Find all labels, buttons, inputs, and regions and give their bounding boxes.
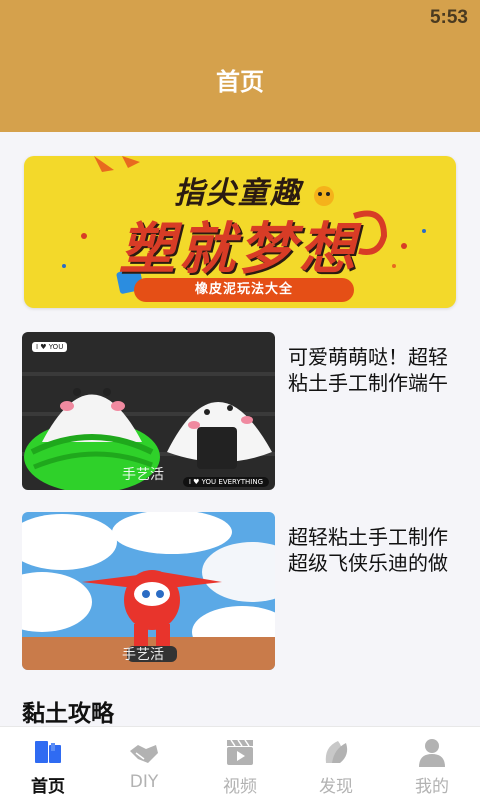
discover-leaf-icon [325, 741, 348, 763]
article-title[interactable]: 超轻粘土手工制作超级飞侠乐迪的做 [288, 524, 463, 576]
love-badge: I ♥ YOU [32, 342, 68, 352]
status-time: 5:53 [429, 7, 468, 28]
promo-banner[interactable]: 指尖童趣 塑就梦想 橡皮泥玩法大全 [24, 156, 456, 308]
home-book-icon [35, 741, 61, 763]
tab-home[interactable]: 首页 [0, 727, 96, 800]
tab-video[interactable]: 视频 [192, 727, 288, 800]
tab-mine[interactable]: 我的 [384, 727, 480, 800]
page-title: 首页 [216, 68, 264, 96]
tab-label: 首页 [31, 777, 65, 797]
user-icon [419, 739, 445, 767]
tab-label: 我的 [415, 777, 449, 797]
tab-diy[interactable]: DIY [96, 727, 192, 800]
article-item[interactable]: 手艺活 超轻粘土手工制作超级飞侠乐迪的做 [22, 512, 462, 670]
article-thumbnail: I ♥ YOU I ♥ YOU EVERYTHING 手艺活 [22, 332, 275, 490]
tab-label: 视频 [223, 777, 257, 797]
section-title: 黏土攻略 [22, 701, 114, 727]
love-badge-bottom: I ♥ YOU EVERYTHING [182, 477, 269, 487]
handshake-icon [130, 745, 158, 763]
bottom-tab-bar: 首页 DIY 视频 发现 我的 [0, 726, 480, 800]
article-item[interactable]: I ♥ YOU I ♥ YOU EVERYTHING 手艺活 可爱萌萌哒！超轻粘… [22, 332, 462, 490]
thumbnail-watermark: 手艺活 [122, 467, 164, 483]
tab-discover[interactable]: 发现 [288, 727, 384, 800]
tab-label: DIY [129, 772, 159, 792]
top-header: 5:53 首页 [0, 0, 480, 132]
banner-subtitle-pill: 橡皮泥玩法大全 [134, 278, 354, 302]
thumbnail-watermark: 手艺活 [122, 647, 164, 663]
article-thumbnail: 手艺活 [22, 512, 275, 670]
banner-headline-2: 塑就梦想 [119, 217, 359, 282]
tab-label: 发现 [319, 777, 353, 797]
article-title[interactable]: 可爱萌萌哒！超轻粘土手工制作端午 [288, 344, 463, 396]
video-clapper-icon [227, 739, 253, 765]
